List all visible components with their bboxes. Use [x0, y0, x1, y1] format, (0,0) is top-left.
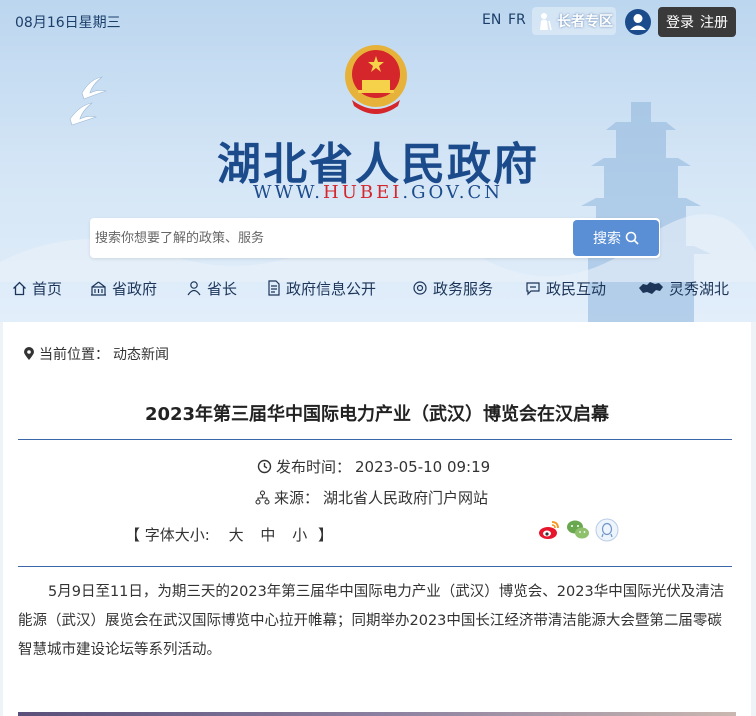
breadcrumb: 当前位置： 动态新闻 — [23, 344, 169, 364]
meta-divider — [18, 566, 732, 567]
person-icon — [187, 281, 201, 296]
search-input[interactable] — [90, 218, 570, 258]
chat-icon — [526, 282, 540, 296]
login-link[interactable]: 登录 — [666, 12, 694, 32]
nav-item-government-services[interactable]: 政务服务 — [412, 274, 493, 302]
publish-time-value: 2023-05-10 09:19 — [355, 457, 491, 476]
lang-en-link[interactable]: EN — [482, 12, 501, 28]
elder-zone-label: 长者专区 — [557, 14, 613, 30]
title-divider — [18, 439, 732, 440]
nav-item-label: 政民互动 — [546, 279, 607, 298]
nav-item-label: 省政府 — [112, 279, 158, 298]
search-icon — [625, 231, 639, 245]
publish-time: 发布时间： 2023-05-10 09:19 — [257, 456, 490, 477]
home-icon — [13, 281, 26, 295]
cranes-illustration — [69, 76, 108, 126]
page-header: 08月16日星期三 EN FR 长者专区 登录 注册 湖北省人民政府 WWW.H… — [0, 0, 756, 322]
nav-item-label: 政府信息公开 — [286, 279, 377, 298]
nav-item-provincial-government[interactable]: 省政府 — [90, 274, 157, 302]
article-panel: 当前位置： 动态新闻 2023年第三届华中国际电力产业（武汉）博览会在汉启幕 发… — [3, 322, 751, 716]
article-source: 来源： 湖北省人民政府门户网站 — [255, 487, 488, 508]
article-body: 5月9日至11日，为期三天的2023年第三届华中国际电力产业（武汉）博览会、20… — [18, 584, 725, 658]
hubei-map-icon — [639, 282, 663, 294]
nav-item-governor[interactable]: 省长 — [186, 274, 237, 302]
breadcrumb-prefix: 当前位置： — [39, 347, 109, 363]
breadcrumb-current[interactable]: 动态新闻 — [113, 344, 169, 364]
source-label: 来源： — [274, 489, 320, 507]
search-bar: 搜索 — [90, 218, 660, 258]
clock-icon — [257, 459, 272, 474]
search-button-label: 搜索 — [593, 231, 621, 247]
font-size-close: 】 — [318, 526, 334, 544]
publish-time-label: 发布时间： — [276, 458, 352, 476]
nav-item-label: 首页 — [32, 279, 63, 298]
nav-item-lingxiu-hubei[interactable]: 灵秀湖北 — [638, 274, 729, 302]
nav-item-label: 省长 — [207, 279, 238, 298]
search-button[interactable]: 搜索 — [573, 220, 659, 256]
qq-share-icon[interactable] — [595, 518, 619, 542]
lang-fr-link[interactable]: FR — [508, 12, 526, 28]
register-link[interactable]: 注册 — [700, 12, 728, 32]
current-date: 08月16日星期三 — [15, 15, 121, 31]
location-pin-icon — [24, 347, 34, 360]
font-size-small[interactable]: 小 — [292, 526, 307, 544]
font-size-label: 【 字体大小: — [125, 526, 210, 544]
nav-item-label: 政务服务 — [433, 279, 494, 298]
national-emblem-icon — [345, 45, 407, 114]
nav-item-gov-info-disclosure[interactable]: 政府信息公开 — [267, 274, 376, 302]
font-size-controls: 【 字体大小: 大 中 小 】 — [125, 524, 333, 545]
main-nav: 首页 省政府 省长 政府信息公开 政务服务 政民互动 灵秀湖北 — [0, 274, 756, 302]
wechat-share-icon[interactable] — [566, 518, 590, 542]
nav-item-label: 灵秀湖北 — [669, 279, 730, 298]
article-image — [18, 712, 736, 716]
login-register-button[interactable]: 登录 注册 — [658, 7, 736, 37]
building-icon — [91, 281, 106, 296]
site-url-domain: HUBEI — [323, 182, 403, 203]
source-value: 湖北省人民政府门户网站 — [323, 489, 489, 507]
elder-icon — [540, 13, 552, 30]
nav-item-public-interaction[interactable]: 政民互动 — [525, 274, 606, 302]
site-url-suffix: .GOV.CN — [402, 182, 504, 203]
font-size-medium[interactable]: 中 — [260, 526, 275, 544]
font-size-large[interactable]: 大 — [229, 526, 244, 544]
nav-item-home[interactable]: 首页 — [12, 274, 62, 302]
user-avatar-icon[interactable] — [624, 8, 652, 36]
site-url-prefix: WWW. — [252, 182, 324, 203]
service-icon — [413, 281, 427, 295]
weibo-share-icon[interactable] — [537, 518, 561, 542]
document-icon — [268, 280, 280, 296]
site-url: WWW.HUBEI.GOV.CN — [0, 182, 756, 203]
source-network-icon — [255, 490, 270, 505]
article-title: 2023年第三届华中国际电力产业（武汉）博览会在汉启幕 — [144, 404, 610, 425]
elder-zone-button[interactable]: 长者专区 — [532, 7, 616, 35]
